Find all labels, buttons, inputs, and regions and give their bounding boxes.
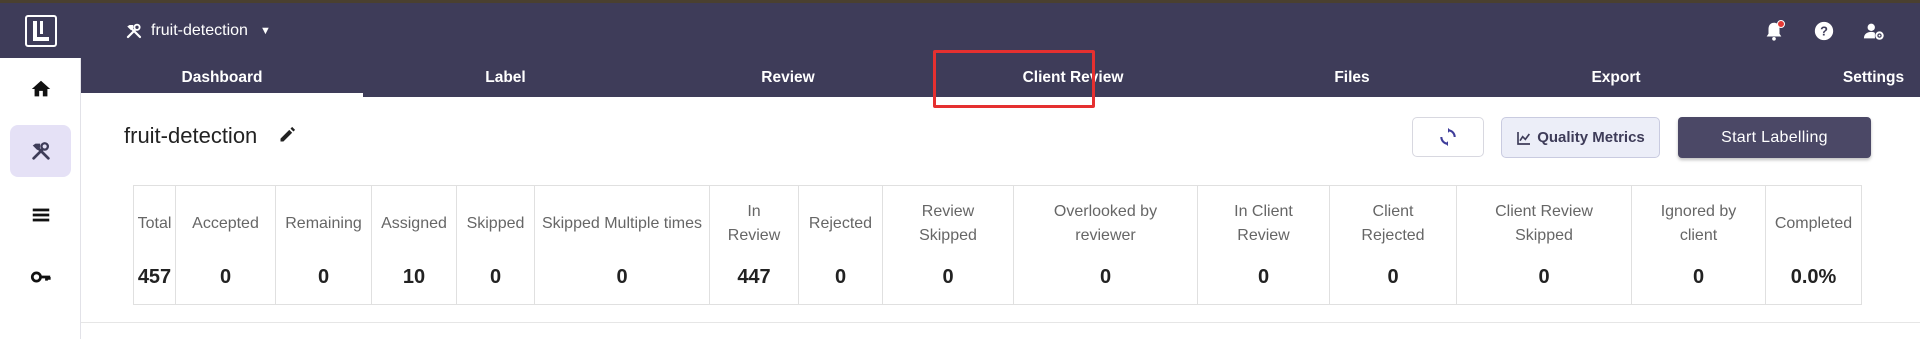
stat-label: Assigned (381, 215, 447, 232)
stat-label: Total (137, 215, 172, 232)
tab-label: Label (485, 68, 526, 86)
help-icon: ? (1814, 21, 1834, 40)
notification-dot (1777, 19, 1785, 28)
highlight-box (933, 50, 1095, 108)
home-icon (31, 80, 50, 97)
tab-label: Export (1591, 68, 1641, 86)
sidebar-item-home[interactable] (10, 63, 71, 115)
stat-label: Remaining (285, 215, 362, 232)
stat-overlooked: Overlooked by reviewer 0 (1014, 186, 1198, 304)
tab-dashboard[interactable]: Dashboard (81, 58, 363, 97)
stat-value: 0 (1692, 266, 1705, 288)
stat-review-skipped: Review Skipped 0 (883, 186, 1014, 304)
stat-label: Ignored by client (1660, 203, 1737, 244)
stat-value: 457 (137, 266, 172, 288)
sidebar-item-list[interactable] (10, 189, 71, 241)
tools-icon (31, 142, 50, 160)
user-settings-button[interactable] (1862, 19, 1886, 43)
stat-accepted: Accepted 0 (176, 186, 276, 304)
stat-label: In Client Review (1234, 203, 1293, 244)
start-labelling-label: Start Labelling (1721, 128, 1828, 146)
notifications-button[interactable] (1762, 19, 1786, 43)
stat-value: 0.0% (1790, 266, 1837, 288)
stats-table: Total 457 Accepted 0 Remaining 0 Assigne… (133, 185, 1862, 305)
key-icon (30, 271, 51, 283)
tab-label: Dashboard (181, 68, 263, 86)
stat-in-client-review: In Client Review 0 (1198, 186, 1330, 304)
stat-skipped: Skipped 0 (457, 186, 535, 304)
stat-in-review: In Review 447 (710, 186, 799, 304)
refresh-icon (1440, 127, 1456, 147)
tab-label: Settings (1842, 68, 1905, 86)
stat-client-rejected: Client Rejected 0 (1330, 186, 1457, 304)
help-button[interactable]: ? (1812, 19, 1836, 43)
stat-value: 10 (402, 266, 426, 288)
stat-value: 0 (489, 266, 502, 288)
stat-value: 0 (1387, 266, 1399, 288)
sidebar-item-projects[interactable] (10, 125, 71, 177)
svg-text:?: ? (1820, 23, 1828, 38)
stat-label: Overlooked by reviewer (1053, 203, 1158, 244)
list-icon (32, 208, 49, 222)
stat-value: 0 (219, 266, 232, 288)
project-selector[interactable]: fruit-detection ▼ (125, 3, 271, 58)
stat-value: 0 (942, 266, 954, 288)
stat-rejected: Rejected 0 (799, 186, 883, 304)
sidebar (0, 3, 81, 339)
user-settings-icon (1863, 23, 1884, 40)
chart-icon (1517, 131, 1531, 145)
quality-metrics-label: Quality Metrics (1537, 129, 1645, 146)
stat-total: Total 457 (134, 186, 176, 304)
edit-icon[interactable] (278, 124, 298, 144)
stat-client-review-skipped: Client Review Skipped 0 (1457, 186, 1632, 304)
stat-label: Client Review Skipped (1495, 203, 1593, 244)
stat-label: Rejected (808, 215, 873, 232)
tab-label: Review (761, 68, 815, 86)
section-divider (81, 322, 1920, 323)
stat-label: Client Rejected (1361, 203, 1425, 244)
stat-value: 0 (616, 266, 628, 288)
sidebar-item-keys[interactable] (10, 251, 71, 303)
stat-label: In Review (727, 203, 781, 244)
stat-label: Completed (1774, 215, 1853, 232)
stat-assigned: Assigned 10 (372, 186, 457, 304)
tab-settings[interactable]: Settings (1746, 58, 1920, 97)
app-logo[interactable] (0, 3, 81, 58)
stat-value: 0 (1257, 266, 1270, 288)
tab-files[interactable]: Files (1218, 58, 1486, 97)
tab-label: Files (1334, 68, 1370, 86)
stat-remaining: Remaining 0 (276, 186, 372, 304)
project-name: fruit-detection (151, 21, 248, 39)
tools-icon (126, 23, 142, 38)
stat-skipped-multiple: Skipped Multiple times 0 (535, 186, 710, 304)
stat-value: 0 (317, 266, 330, 288)
stat-value: 0 (1538, 266, 1550, 288)
quality-metrics-button[interactable]: Quality Metrics (1501, 117, 1660, 158)
start-labelling-button[interactable]: Start Labelling (1678, 117, 1871, 158)
stat-ignored-by-client: Ignored by client 0 (1632, 186, 1766, 304)
stat-value: 0 (1099, 266, 1112, 288)
tab-review[interactable]: Review (648, 58, 928, 97)
logo-icon (24, 14, 57, 47)
tab-label[interactable]: Label (363, 58, 648, 97)
stat-label: Skipped (466, 215, 525, 232)
stat-value: 447 (737, 266, 771, 288)
tab-export[interactable]: Export (1486, 58, 1746, 97)
stat-label: Accepted (192, 215, 259, 232)
refresh-button[interactable] (1412, 117, 1484, 157)
page-title: fruit-detection (124, 123, 258, 148)
stat-value: 0 (834, 266, 847, 288)
stat-label: Skipped Multiple times (541, 215, 703, 232)
stat-completed: Completed 0.0% (1766, 186, 1861, 304)
chevron-down-icon: ▼ (259, 24, 271, 37)
stat-label: Review Skipped (919, 203, 977, 244)
